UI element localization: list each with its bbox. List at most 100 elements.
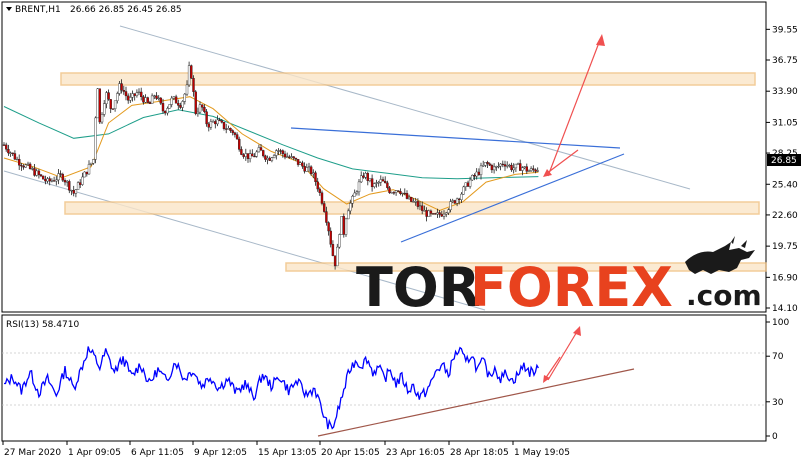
price-tick-label: 33.90 <box>772 87 798 97</box>
price-tick-label: 25.40 <box>772 180 798 190</box>
candle-body <box>113 100 117 110</box>
candle-body <box>124 91 128 97</box>
candle-body <box>135 92 139 96</box>
symbol-label: BRENT,H1 <box>15 5 61 15</box>
candle-body <box>527 170 531 172</box>
candle-body <box>386 182 389 188</box>
candle-body <box>445 212 448 215</box>
candle-body <box>403 192 406 195</box>
candle-body <box>209 121 213 128</box>
candle-body <box>272 155 276 158</box>
candle-body <box>355 191 359 194</box>
candle-body <box>259 147 263 151</box>
candle-body <box>150 95 154 104</box>
candle-body <box>364 172 367 178</box>
time-axis: 27 Mar 2020 1 Apr 09:05 6 Apr 11:05 9 Apr 1… <box>2 441 570 458</box>
candle-body <box>283 153 287 158</box>
candle-body <box>255 151 258 157</box>
candle-body <box>416 201 420 207</box>
candle-body <box>42 175 45 180</box>
chart-root: 39.5536.7533.9031.0528.2525.4022.6019.75… <box>1 1 801 458</box>
candle-body <box>486 162 489 164</box>
candle-body <box>373 183 376 188</box>
candle-body <box>183 93 187 102</box>
candle-body <box>205 111 208 125</box>
candle-body <box>257 147 261 153</box>
candle-body <box>340 216 343 235</box>
candle-body <box>107 92 110 100</box>
time-tick-label: 27 Mar 2020 <box>4 448 61 458</box>
candle-body <box>410 196 413 202</box>
candle-body <box>316 181 319 190</box>
candle-body <box>233 132 237 135</box>
rsi-tick-label: 30 <box>772 398 784 408</box>
candle-body <box>251 153 254 157</box>
candle-body <box>338 234 341 248</box>
candle-body <box>126 95 130 101</box>
candle-body <box>166 108 169 114</box>
candle-body <box>397 190 400 192</box>
candle-body <box>401 192 404 195</box>
candle-body <box>131 93 134 98</box>
time-tick-label: 1 May 19:05 <box>514 448 570 458</box>
candle-body <box>89 162 93 165</box>
candle-body <box>50 180 54 182</box>
candle-body <box>294 157 298 160</box>
candle-body <box>344 218 348 235</box>
candle-body <box>11 152 14 154</box>
candle-body <box>133 93 136 96</box>
candle-body <box>179 105 182 108</box>
candle-body <box>61 174 64 181</box>
logo-com: .com <box>686 279 762 312</box>
candle-body <box>407 196 411 199</box>
rsi-tick-label: 100 <box>772 318 789 328</box>
candle-body <box>460 193 463 200</box>
candle-body <box>94 117 97 160</box>
candle-body <box>244 153 248 157</box>
candle-body <box>329 230 332 245</box>
candle-body <box>270 157 274 161</box>
candle-body <box>431 213 435 215</box>
candle-body <box>172 96 176 99</box>
candle-body <box>33 168 36 176</box>
price-tick-label: 22.60 <box>772 211 798 221</box>
candle-body <box>48 178 51 182</box>
candle-body <box>370 178 374 188</box>
candle-body <box>20 164 23 167</box>
candle-body <box>325 211 328 223</box>
candle-body <box>81 176 84 185</box>
candle-body <box>349 202 352 212</box>
candle-body <box>59 173 62 175</box>
candle-body <box>231 130 234 133</box>
candle-body <box>4 144 8 150</box>
candle-body <box>503 164 507 167</box>
rsi-label: RSI(13) 58.4710 <box>6 320 79 330</box>
candle-body <box>52 180 56 182</box>
candle-body <box>438 212 441 215</box>
candle-body <box>523 166 526 168</box>
candle-body <box>307 166 311 168</box>
candle-body <box>449 201 452 211</box>
candle-body <box>473 174 476 177</box>
candle-body <box>290 156 293 158</box>
candle-body <box>475 171 478 177</box>
candle-body <box>301 162 304 167</box>
candle-body <box>275 150 278 156</box>
candle-body <box>139 91 143 98</box>
candle-body <box>142 96 145 103</box>
candle-body <box>211 121 215 123</box>
candle-body <box>427 210 430 217</box>
candle-body <box>237 138 241 150</box>
candle-body <box>514 163 518 169</box>
candle-body <box>384 180 387 184</box>
candle-body <box>96 88 99 119</box>
candle-body <box>421 205 424 211</box>
candle-body <box>137 91 141 94</box>
last-price-marker: 26.85 <box>767 154 801 166</box>
candle-body <box>357 181 361 192</box>
candle-body <box>309 166 313 175</box>
candle-body <box>525 166 528 172</box>
candle-body <box>28 163 32 170</box>
candle-body <box>181 101 184 108</box>
candle-body <box>440 214 443 217</box>
